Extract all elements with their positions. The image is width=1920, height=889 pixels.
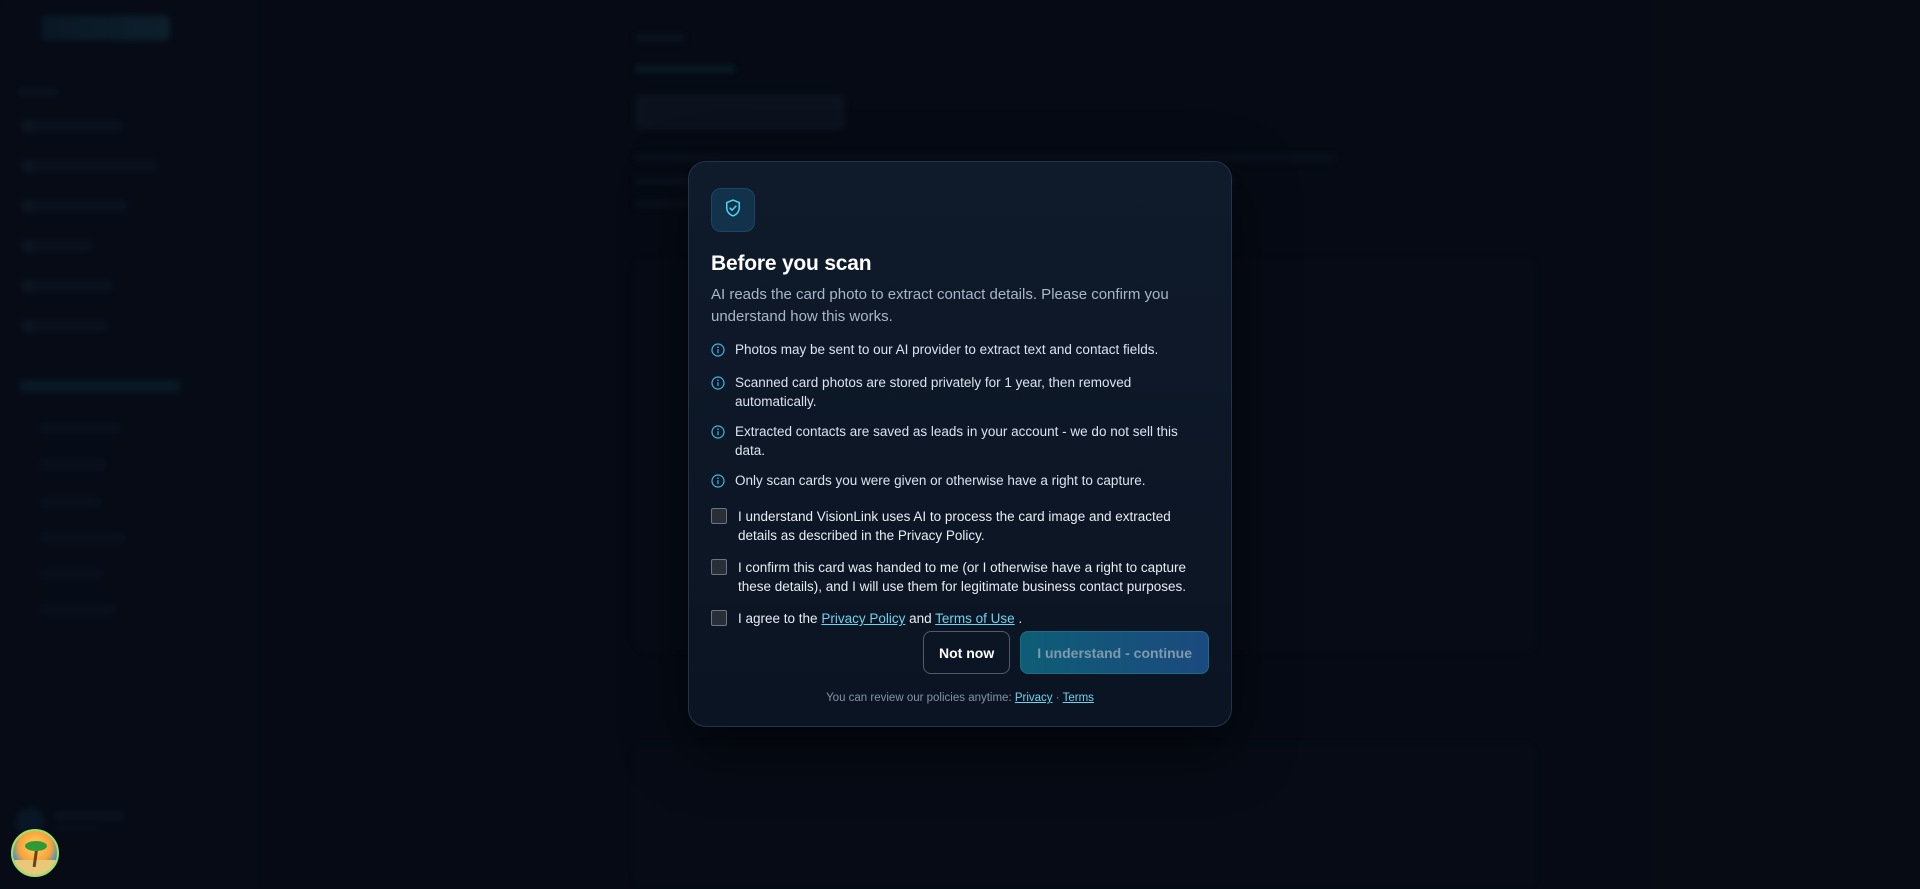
modal-actions: Not now I understand - continue (923, 631, 1209, 674)
consent-checks: I understand VisionLink uses AI to proce… (711, 507, 1209, 628)
fact-text: Only scan cards you were given or otherw… (735, 473, 1146, 488)
shield-check-icon (723, 198, 743, 223)
modal-subtitle: AI reads the card photo to extract conta… (711, 286, 1169, 325)
agree-prefix: I agree to the (738, 611, 818, 626)
footer-text: You can review our policies anytime: (826, 692, 1012, 704)
floating-avatar[interactable] (11, 829, 59, 877)
shield-badge (711, 188, 755, 232)
fact-item: Extracted contacts are saved as leads in… (711, 422, 1209, 460)
fact-item: Scanned card photos are stored privately… (711, 373, 1209, 411)
rights-confirm-label[interactable]: I confirm this card was handed to me (or… (738, 558, 1209, 596)
fact-text: Extracted contacts are saved as leads in… (735, 424, 1178, 458)
info-icon (711, 425, 725, 444)
info-icon (711, 343, 725, 362)
fact-item: Photos may be sent to our AI provider to… (711, 340, 1209, 362)
footer-terms-link[interactable]: Terms (1063, 692, 1094, 704)
modal-title: Before you scan (711, 252, 872, 275)
ai-consent-checkbox[interactable] (711, 508, 727, 524)
continue-button[interactable]: I understand - continue (1020, 631, 1209, 674)
terms-of-use-link[interactable]: Terms of Use (935, 611, 1015, 626)
consent-modal: Before you scan AI reads the card photo … (688, 161, 1232, 727)
fact-text: Scanned card photos are stored privately… (735, 375, 1132, 409)
fact-item: Only scan cards you were given or otherw… (711, 471, 1209, 493)
fact-text: Photos may be sent to our AI provider to… (735, 342, 1159, 357)
facts-list: Photos may be sent to our AI provider to… (711, 340, 1209, 493)
terms-agree-row: I agree to the Privacy Policy and Terms … (711, 609, 1209, 628)
rights-confirm-checkbox[interactable] (711, 559, 727, 575)
footer-privacy-link[interactable]: Privacy (1015, 692, 1053, 704)
ai-consent-label[interactable]: I understand VisionLink uses AI to proce… (738, 507, 1209, 545)
ai-consent-row: I understand VisionLink uses AI to proce… (711, 507, 1209, 545)
terms-agree-checkbox[interactable] (711, 610, 727, 626)
info-icon (711, 474, 725, 493)
agree-and: and (909, 611, 932, 626)
agree-suffix: . (1018, 611, 1023, 626)
footer-separator: · (1055, 692, 1060, 704)
not-now-button[interactable]: Not now (923, 631, 1011, 674)
privacy-policy-link[interactable]: Privacy Policy (821, 611, 905, 626)
modal-footer: You can review our policies anytime: Pri… (689, 692, 1231, 704)
terms-agree-label[interactable]: I agree to the Privacy Policy and Terms … (738, 609, 1022, 628)
rights-confirm-row: I confirm this card was handed to me (or… (711, 558, 1209, 596)
info-icon (711, 376, 725, 395)
